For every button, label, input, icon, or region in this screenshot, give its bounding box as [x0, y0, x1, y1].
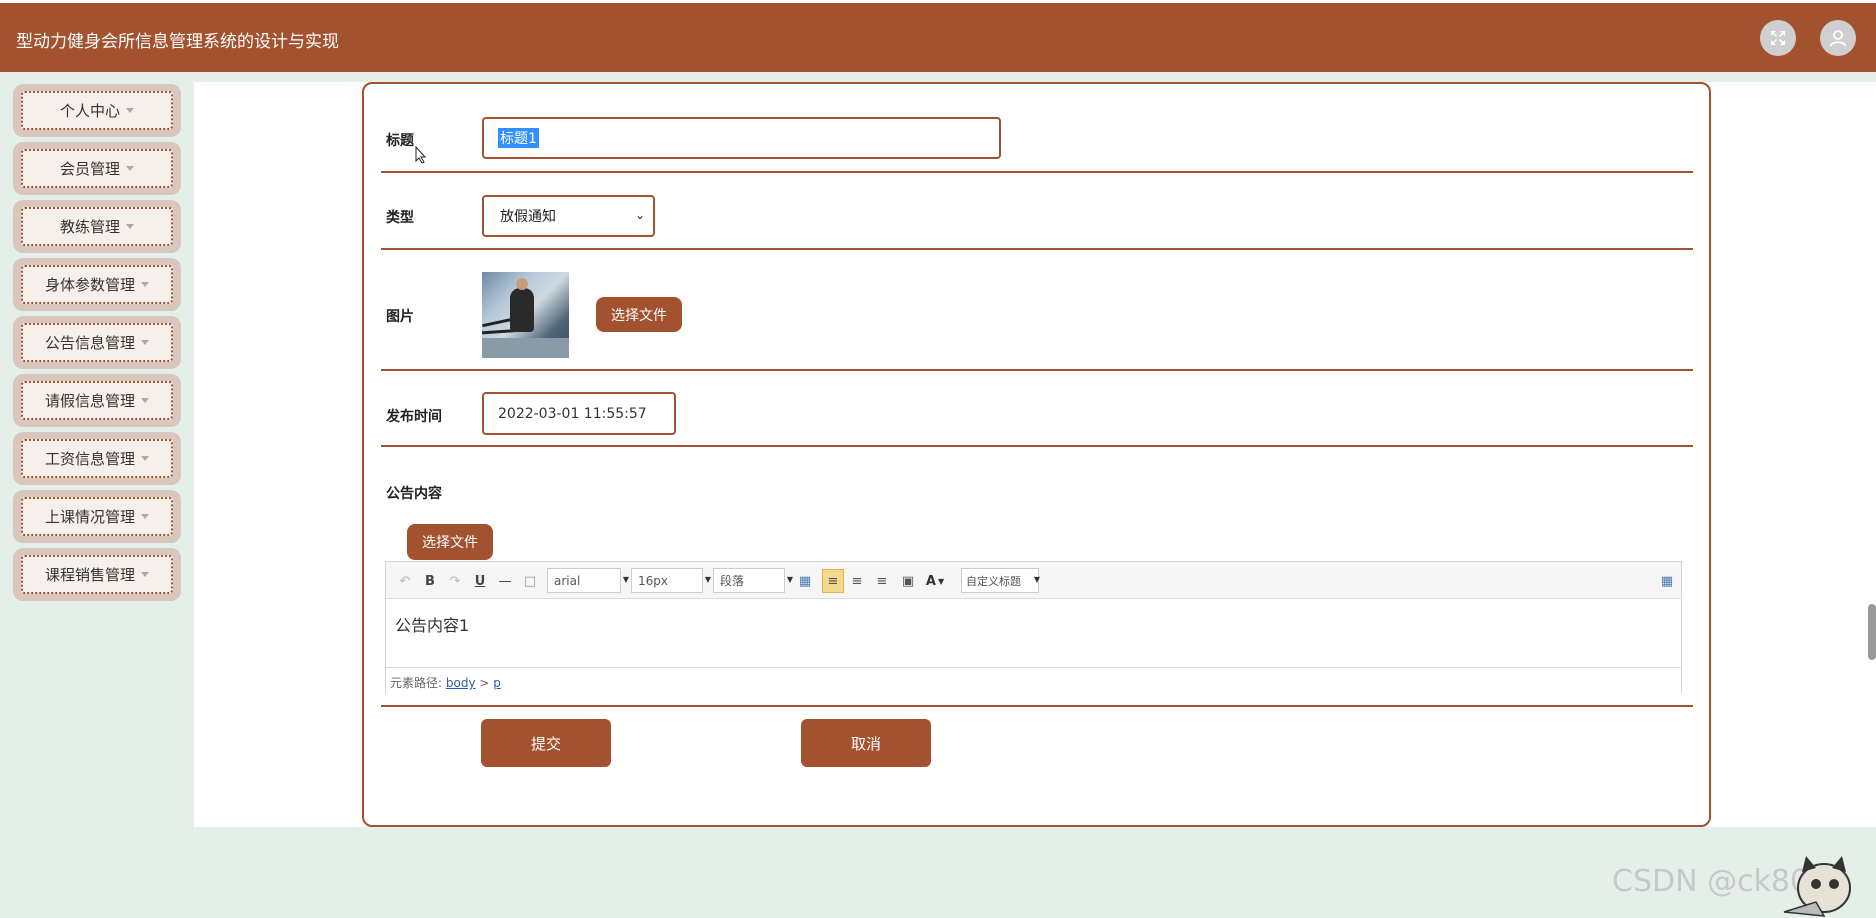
- content-choose-file-button[interactable]: 选择文件: [407, 524, 493, 560]
- align-justify-icon[interactable]: ▣: [899, 569, 917, 593]
- sidebar-item-class-status[interactable]: 上课情况管理: [13, 490, 181, 543]
- caret-down-icon: [141, 398, 149, 403]
- source-view-icon[interactable]: ▦: [1658, 569, 1676, 593]
- font-family-value: arial: [554, 573, 581, 588]
- editor-content[interactable]: 公告内容1: [386, 600, 1681, 665]
- caret-down-icon: [126, 108, 134, 113]
- title-input-value: 标题1: [498, 128, 539, 148]
- content-label: 公告内容: [386, 486, 442, 502]
- caret-down-icon: [141, 514, 149, 519]
- sidebar-item-announcements[interactable]: 公告信息管理: [13, 316, 181, 369]
- underline-icon[interactable]: U: [471, 569, 489, 593]
- font-size-select[interactable]: 16px ▼: [631, 568, 711, 593]
- path-p-link[interactable]: p: [493, 676, 501, 690]
- editor-toolbar: ↶ B ↷ U — □ arial ▼ 16px ▼ 段落 ▼ ▦ ≡ ≡ ≡ …: [386, 562, 1681, 599]
- align-right-icon[interactable]: ≡: [848, 569, 866, 593]
- horizontal-rule-icon[interactable]: —: [496, 569, 514, 593]
- dropdown-arrow-icon: ▼: [704, 575, 711, 584]
- caret-down-icon: [141, 340, 149, 345]
- sidebar-item-salary[interactable]: 工资信息管理: [13, 432, 181, 485]
- rich-text-editor: ↶ B ↷ U — □ arial ▼ 16px ▼ 段落 ▼ ▦ ≡ ≡ ≡ …: [385, 561, 1682, 694]
- dropdown-arrow-icon: ▼: [622, 575, 629, 584]
- table-icon[interactable]: ▦: [796, 569, 814, 593]
- editor-path-bar: 元素路径: body > p: [386, 667, 1681, 694]
- caret-down-icon: [141, 572, 149, 577]
- sidebar-item-label: 请假信息管理: [44, 392, 135, 410]
- path-separator: >: [479, 676, 490, 690]
- type-label: 类型: [386, 210, 414, 226]
- page-icon[interactable]: □: [521, 569, 539, 593]
- sidebar-item-label: 会员管理: [59, 160, 120, 178]
- align-center-icon[interactable]: ≡: [873, 569, 891, 593]
- font-color-icon[interactable]: A ▼: [924, 569, 946, 593]
- row-divider: [381, 705, 1693, 707]
- sidebar-item-label: 教练管理: [59, 218, 120, 236]
- app-title: 型动力健身会所信息管理系统的设计与实现: [16, 32, 339, 52]
- sidebar-item-member-management[interactable]: 会员管理: [13, 142, 181, 195]
- custom-title-value: 自定义标题: [966, 574, 1021, 588]
- mouse-cursor-icon: [415, 146, 427, 164]
- top-header: 型动力健身会所信息管理系统的设计与实现: [0, 0, 1876, 72]
- caret-down-icon: [141, 456, 149, 461]
- user-icon: [1830, 30, 1846, 47]
- sidebar-item-label: 身体参数管理: [44, 276, 135, 294]
- caret-down-icon: [126, 224, 134, 229]
- undo-icon[interactable]: ↶: [396, 569, 414, 593]
- align-left-icon[interactable]: ≡: [822, 569, 844, 593]
- font-size-value: 16px: [638, 573, 668, 588]
- publish-time-input[interactable]: 2022-03-01 11:55:57: [482, 392, 676, 435]
- sidebar-item-course-sales[interactable]: 课程销售管理: [13, 548, 181, 601]
- dropdown-arrow-icon: ▼: [1033, 575, 1040, 584]
- sidebar-item-label: 个人中心: [59, 102, 120, 120]
- caret-down-icon: [141, 282, 149, 287]
- path-label: 元素路径:: [390, 676, 443, 690]
- row-divider: [381, 171, 1693, 173]
- custom-title-select[interactable]: 自定义标题 ▼: [961, 568, 1040, 593]
- mascot-icon: [1783, 856, 1851, 917]
- sidebar-item-leave[interactable]: 请假信息管理: [13, 374, 181, 427]
- type-select[interactable]: 放假通知 ⌄: [482, 195, 655, 237]
- sidebar-item-label: 课程销售管理: [44, 566, 135, 584]
- paragraph-select[interactable]: 段落 ▼: [713, 568, 793, 593]
- cancel-button[interactable]: 取消: [801, 719, 931, 767]
- sidebar-item-label: 上课情况管理: [44, 508, 135, 526]
- sidebar-item-body-params[interactable]: 身体参数管理: [13, 258, 181, 311]
- title-label: 标题: [386, 133, 414, 149]
- chevron-down-icon: ⌄: [634, 208, 645, 222]
- user-avatar-button[interactable]: [1820, 20, 1856, 56]
- page-scrollbar[interactable]: [1868, 604, 1876, 660]
- row-divider: [381, 445, 1693, 447]
- fullscreen-button[interactable]: [1760, 20, 1796, 56]
- font-family-select[interactable]: arial ▼: [547, 568, 629, 593]
- paragraph-value: 段落: [720, 574, 745, 588]
- sidebar-item-label: 工资信息管理: [44, 450, 135, 468]
- sidebar-item-coach-management[interactable]: 教练管理: [13, 200, 181, 253]
- type-select-value: 放假通知: [500, 209, 556, 225]
- fullscreen-icon: [1771, 31, 1785, 45]
- dropdown-arrow-icon: ▼: [786, 575, 793, 584]
- path-body-link[interactable]: body: [446, 676, 476, 690]
- bold-icon[interactable]: B: [421, 569, 439, 593]
- sidebar-item-label: 公告信息管理: [44, 334, 135, 352]
- redo-icon[interactable]: ↷: [446, 569, 464, 593]
- image-choose-file-button[interactable]: 选择文件: [596, 297, 682, 332]
- submit-button[interactable]: 提交: [481, 719, 611, 767]
- announcement-form: [362, 82, 1711, 827]
- uploaded-image-thumbnail: [482, 272, 569, 358]
- sidebar-item-personal-center[interactable]: 个人中心: [13, 84, 181, 137]
- publish-time-label: 发布时间: [386, 409, 442, 425]
- title-input[interactable]: 标题1: [482, 117, 1001, 159]
- row-divider: [381, 248, 1693, 250]
- caret-down-icon: [126, 166, 134, 171]
- image-label: 图片: [386, 309, 414, 325]
- row-divider: [381, 369, 1693, 371]
